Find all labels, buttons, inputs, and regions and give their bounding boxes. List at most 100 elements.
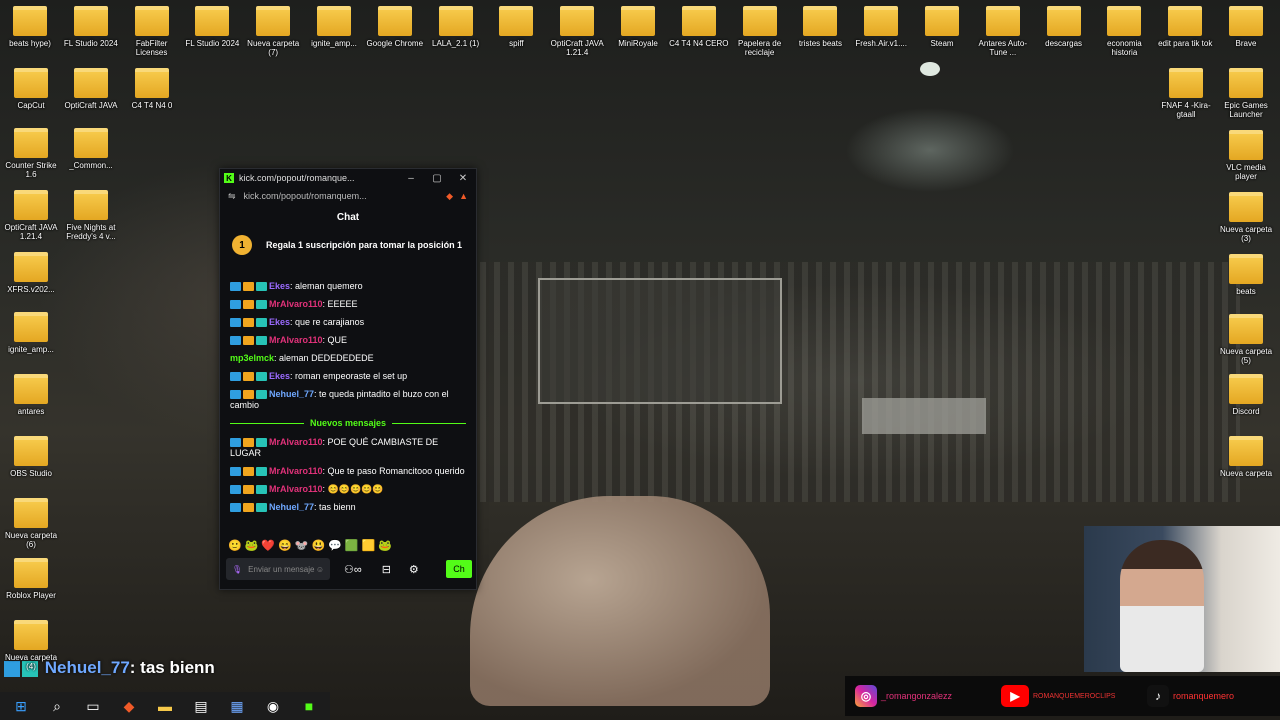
settings-gear-icon[interactable]: ⚙ [409,563,419,576]
desktop-icon-edit-para-tik-tok[interactable]: edit para tik tok [1154,6,1216,48]
chat-message[interactable]: MrAlvaro110: QUE [230,335,466,346]
folder-icon [925,6,959,36]
desktop-icon-papelera-de-reciclaje[interactable]: Papelera de reciclaje [729,6,791,57]
chat-message[interactable]: Ekes: roman empeoraste el set up [230,371,466,382]
desktop-icon-c4-t4-n4-0[interactable]: C4 T4 N4 0 [121,68,183,110]
chat-username[interactable]: MrAlvaro110 [269,299,323,309]
chat-input[interactable]: 🎙 Enviar un mensaje ☺ [226,558,330,580]
chat-username[interactable]: mp3elmck [230,353,274,363]
desktop-icon-obs-studio[interactable]: OBS Studio [0,436,62,478]
chat-username[interactable]: MrAlvaro110 [269,484,323,494]
desktop-icon-xfrs-v202[interactable]: XFRS.v202... [0,252,62,294]
brave-taskbar-icon[interactable]: ◆ [114,692,144,720]
desktop-icon-nueva-carpeta[interactable]: Nueva carpeta [1215,436,1277,478]
desktop-icon-beats-hype[interactable]: beats hype) [0,6,61,48]
desktop-icon-fnaf-4-kira-gtaall[interactable]: FNAF 4 -Kira-gtaall [1155,68,1217,119]
desktop-icon-opticraft-java[interactable]: OptiCraft JAVA [60,68,122,110]
minimize-button[interactable]: – [398,173,424,184]
gift-icon[interactable]: ⊟ [382,563,391,576]
desktop-icon-nueva-carpeta-4[interactable]: Nueva carpeta (4) [0,620,62,671]
folder-icon [1169,68,1203,98]
chat-message[interactable]: MrAlvaro110: Que te paso Romancitooo que… [230,466,466,477]
desktop-icon-steam[interactable]: Steam [911,6,973,48]
desktop-icon-antares-auto-tune[interactable]: Antares Auto-Tune ... [972,6,1034,57]
chat-username[interactable]: Ekes [269,281,290,291]
desktop-icon-tristes-beats[interactable]: tristes beats [789,6,851,48]
brave-rewards-icon[interactable]: ▲ [459,191,468,201]
desktop-icon-five-nights-at-freddy-s-4-v[interactable]: Five Nights at Freddy's 4 v... [60,190,122,241]
task-view-icon[interactable]: ▭ [78,692,108,720]
chat-username[interactable]: MrAlvaro110 [269,335,323,345]
desktop-icon-label: OBS Studio [10,469,52,478]
desktop-icon-opticraft-java-1-21-4[interactable]: OptiCraft JAVA 1.21.4 [546,6,608,57]
desktop-icon-miniroyale[interactable]: MiniRoyale [607,6,669,48]
chat-message[interactable]: Nehuel_77: tas bienn [230,502,466,513]
folder-icon [1168,6,1203,36]
chat-message[interactable]: Ekes: que re carajianos [230,317,466,328]
chat-message[interactable]: mp3elmck: aleman DEDEDEDEDE [230,353,466,364]
desktop-icon-nueva-carpeta-5[interactable]: Nueva carpeta (5) [1215,314,1277,365]
emoji-icon[interactable]: ☺ [316,565,324,574]
emote-bar[interactable]: 🙂🐸❤️😄🐭😃💬🟩🟨🐸 [228,539,395,552]
desktop-icon-counter-strike-1-6[interactable]: Counter Strike 1.6 [0,128,62,179]
chat-message[interactable]: MrAlvaro110: 😊😊😊😊😊 [230,484,466,495]
desktop-icon-nueva-carpeta-7[interactable]: Nueva carpeta (7) [242,6,304,57]
send-chat-button[interactable]: Ch [446,560,472,578]
obs-taskbar-icon[interactable]: ◉ [258,692,288,720]
site-settings-icon[interactable]: ⇋ [228,191,236,202]
gift-sub-promo[interactable]: 1 Regala 1 suscripción para tomar la pos… [220,229,476,261]
chat-username[interactable]: Nehuel_77 [269,502,314,512]
close-button[interactable]: ✕ [450,173,476,184]
start-windows-icon[interactable]: ⊞ [6,692,36,720]
desktop-icon-ignite-amp[interactable]: ignite_amp... [0,312,62,354]
chat-username[interactable]: MrAlvaro110 [269,437,323,447]
folder-icon [1229,192,1263,222]
desktop-icon-google-chrome[interactable]: Google Chrome [364,6,426,48]
chat-message[interactable]: Ekes: aleman quemero [230,281,466,292]
maximize-button[interactable]: ▢ [424,173,450,184]
desktop-icon-brave[interactable]: Brave [1215,6,1277,48]
search-icon[interactable]: ⌕ [42,692,72,720]
desktop-icon-common[interactable]: _Common... [60,128,122,170]
chat-username[interactable]: Nehuel_77 [269,389,314,399]
desktop-icon-fresh-air-v1[interactable]: Fresh.Air.v1.... [850,6,912,48]
chat-username[interactable]: Ekes [269,317,290,327]
desktop-icon-ignite-amp[interactable]: ignite_amp... [303,6,365,48]
desktop-icon-beats[interactable]: beats [1215,254,1277,296]
brave-shield-icon[interactable]: ◆ [446,191,453,202]
channel-points-icon[interactable]: ⚇∞ [344,563,362,576]
folder-icon [985,6,1020,36]
desktop-icon-vlc-media-player[interactable]: VLC media player [1215,130,1277,181]
desktop-icon-descargas[interactable]: descargas [1033,6,1095,48]
desktop-icon-fl-studio-2024[interactable]: FL Studio 2024 [181,6,243,48]
chat-message-list[interactable]: Ekes: aleman quemero MrAlvaro110: EEEEE Ek… [230,281,466,520]
desktop-icon-label: Nueva carpeta (5) [1219,347,1273,365]
file-explorer-icon[interactable]: ▬ [150,692,180,720]
address-bar[interactable]: ⇋ kick.com/popout/romanquem... ◆ ▲ [220,187,476,205]
desktop-icon-label: ignite_amp... [8,345,54,354]
desktop-icon-spiff[interactable]: spiff [485,6,547,48]
desktop-icon-roblox-player[interactable]: Roblox Player [0,558,62,600]
desktop-icon-capcut[interactable]: CapCut [0,68,62,110]
store-icon[interactable]: ▤ [186,692,216,720]
desktop-icon-lala-2-1-1[interactable]: LALA_2.1 (1) [425,6,487,48]
chat-message[interactable]: MrAlvaro110: EEEEE [230,299,466,310]
desktop-icon-opticraft-java-1-21-4[interactable]: OptiCraft JAVA 1.21.4 [0,190,62,241]
desktop-icon-fabfilter-licenses[interactable]: FabFilter Licenses [121,6,183,57]
chat-message[interactable]: MrAlvaro110: POE QUÉ CAMBIASTE DE LUGAR [230,437,466,459]
desktop-icon-epic-games-launcher[interactable]: Epic Games Launcher [1215,68,1277,119]
chat-message[interactable]: Nehuel_77: te queda pintadito el buzo co… [230,389,466,411]
app-green-icon[interactable]: ■ [294,692,324,720]
desktop-icon-fl-studio-2024[interactable]: FL Studio 2024 [60,6,122,48]
desktop-icon-antares[interactable]: antares [0,374,62,416]
window-titlebar[interactable]: K kick.com/popout/romanque... – ▢ ✕ [220,169,476,187]
chat-username[interactable]: Ekes [269,371,290,381]
chat-username[interactable]: MrAlvaro110 [269,466,323,476]
mic-icon[interactable]: 🎙 [232,565,242,574]
desktop-icon-nueva-carpeta-3[interactable]: Nueva carpeta (3) [1215,192,1277,243]
app-grid-icon[interactable]: ▦ [222,692,252,720]
desktop-icon-discord[interactable]: Discord [1215,374,1277,416]
desktop-icon-nueva-carpeta-6[interactable]: Nueva carpeta (6) [0,498,62,549]
desktop-icon-economia-historia[interactable]: economia historia [1093,6,1155,57]
desktop-icon-c4-t4-n4-cero[interactable]: C4 T4 N4 CERO [668,6,730,48]
